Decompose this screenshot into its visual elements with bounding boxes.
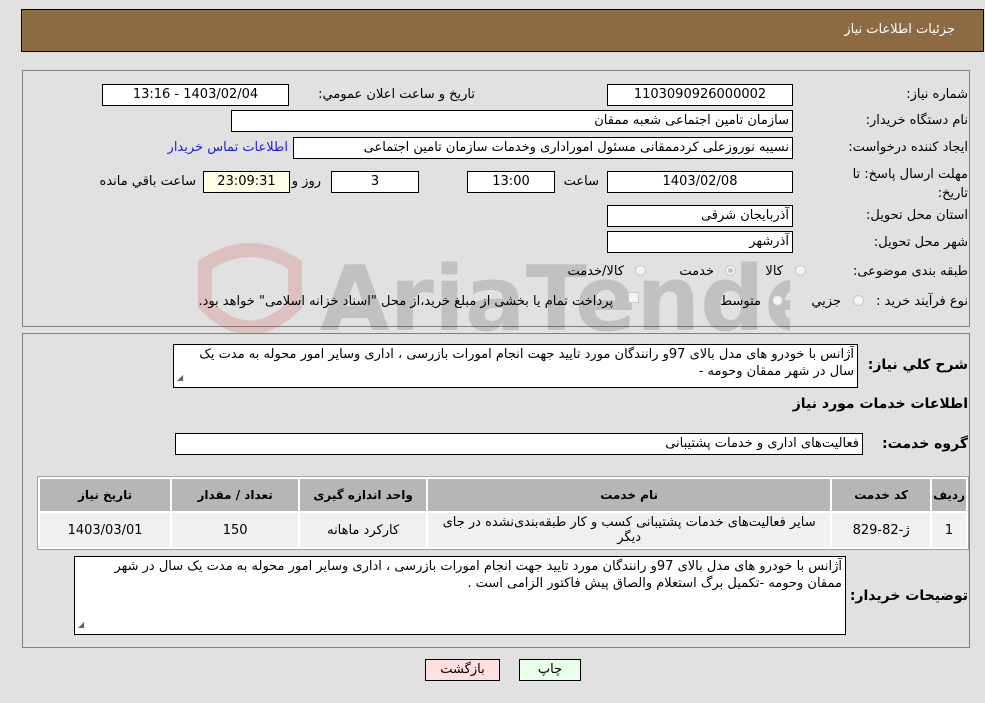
need-number-field: 1103090926000002 xyxy=(607,84,793,106)
cell-service-code: ژ-82-829 xyxy=(832,513,931,547)
requester-label: ایجاد کننده درخواست: xyxy=(848,140,968,155)
category-label: طبقه بندی موضوعی: xyxy=(852,264,968,279)
category-radio-service[interactable] xyxy=(725,265,736,276)
description-text: آژانس با خودرو های مدل بالای 97و رانندگا… xyxy=(199,347,854,379)
purchase-type-label: نوع فرآیند خرید : xyxy=(876,294,968,309)
purchase-type-radio-medium[interactable] xyxy=(772,295,783,306)
col-row-number: ردیف xyxy=(932,479,966,511)
services-table: ردیف کد خدمت نام خدمت واحد اندازه گیری ت… xyxy=(38,477,968,549)
need-number-label: شماره نیاز: xyxy=(906,87,968,102)
buyer-org-field: سازمان تامین اجتماعی شعبه ممقان xyxy=(231,110,793,132)
treasury-checkbox[interactable] xyxy=(628,292,639,303)
city-label: شهر محل تحویل: xyxy=(873,235,968,250)
category-option-goods: کالا xyxy=(765,264,783,279)
province-label: استان محل تحویل: xyxy=(866,208,968,223)
purchase-type-radio-minor[interactable] xyxy=(853,295,864,306)
buyer-notes-text: آژانس با خودرو های مدل بالای 97و رانندگا… xyxy=(114,559,842,591)
cell-quantity: 150 xyxy=(172,513,299,547)
table-row: 1 ژ-82-829 سایر فعالیت‌های خدمات پشتیبان… xyxy=(40,513,966,547)
back-button[interactable]: بازگشت xyxy=(425,659,500,681)
buyer-contact-link[interactable]: اطلاعات تماس خریدار xyxy=(168,140,288,155)
watermark-shield-icon xyxy=(198,243,302,335)
buyer-notes-label: توضیحات خریدار: xyxy=(849,588,968,604)
requester-field: نسیبه نوروزعلی کردممقانی مسئول اموراداری… xyxy=(293,137,793,159)
province-field: آذربایجان شرقی xyxy=(607,205,793,227)
category-radio-goods[interactable] xyxy=(795,265,806,276)
cell-unit: کارکرد ماهانه xyxy=(300,513,427,547)
purchase-type-option-minor: جزيي xyxy=(811,294,841,309)
cell-service-name: سایر فعالیت‌های خدمات پشتیبانی کسب و کار… xyxy=(428,513,831,547)
service-group-label: گروه خدمت: xyxy=(882,436,968,452)
services-table-container: ردیف کد خدمت نام خدمت واحد اندازه گیری ت… xyxy=(37,476,969,550)
resize-grip-icon[interactable]: ◢ xyxy=(177,369,183,386)
city-field: آذرشهر xyxy=(607,231,793,253)
page-header: جزئیات اطلاعات نیاز xyxy=(21,9,984,52)
deadline-date-field: 1403/02/08 xyxy=(607,171,793,193)
treasury-note: پرداخت تمام یا بخشی از مبلغ خرید،از محل … xyxy=(198,294,613,309)
buyer-org-label: نام دستگاه خریدار: xyxy=(865,113,968,128)
col-service-name: نام خدمت xyxy=(428,479,831,511)
category-option-goods-service: کالا/خدمت xyxy=(567,264,624,279)
deadline-time-label: ساعت xyxy=(563,174,599,189)
print-button[interactable]: چاپ xyxy=(519,659,581,681)
deadline-label: مهلت ارسال پاسخ: تا تاریخ: xyxy=(852,167,968,201)
page-title: جزئیات اطلاعات نیاز xyxy=(844,22,955,37)
deadline-time-field: 13:00 xyxy=(467,171,555,193)
buyer-notes-textarea[interactable]: آژانس با خودرو های مدل بالای 97و رانندگا… xyxy=(74,556,846,635)
table-header-row: ردیف کد خدمت نام خدمت واحد اندازه گیری ت… xyxy=(40,479,966,511)
remaining-days-field: 3 xyxy=(331,171,419,193)
announce-datetime-field: 1403/02/04 - 13:16 xyxy=(102,84,289,106)
col-service-code: کد خدمت xyxy=(832,479,931,511)
col-need-date: تاریخ نیاز xyxy=(40,479,171,511)
description-textarea[interactable]: آژانس با خودرو های مدل بالای 97و رانندگا… xyxy=(173,344,858,388)
resize-grip-icon[interactable]: ◢ xyxy=(78,616,84,633)
purchase-type-option-medium: متوسط xyxy=(720,294,761,309)
col-quantity: تعداد / مقدار xyxy=(172,479,299,511)
cell-row-number: 1 xyxy=(932,513,966,547)
description-label: شرح كلي نیاز: xyxy=(867,357,968,373)
cell-need-date: 1403/03/01 xyxy=(40,513,171,547)
announce-datetime-label: تاریخ و ساعت اعلان عمومي: xyxy=(318,87,475,102)
remaining-time-label: ساعت باقي مانده xyxy=(99,174,196,189)
remaining-days-label: روز و xyxy=(291,174,321,189)
remaining-time-field: 23:09:31 xyxy=(203,171,290,193)
services-section-title: اطلاعات خدمات مورد نیاز xyxy=(792,396,968,412)
category-option-service: خدمت xyxy=(679,264,714,279)
category-radio-goods-service[interactable] xyxy=(635,265,646,276)
col-unit: واحد اندازه گیری xyxy=(300,479,427,511)
service-group-field: فعالیت‌های اداری و خدمات پشتیبانی xyxy=(175,433,863,455)
